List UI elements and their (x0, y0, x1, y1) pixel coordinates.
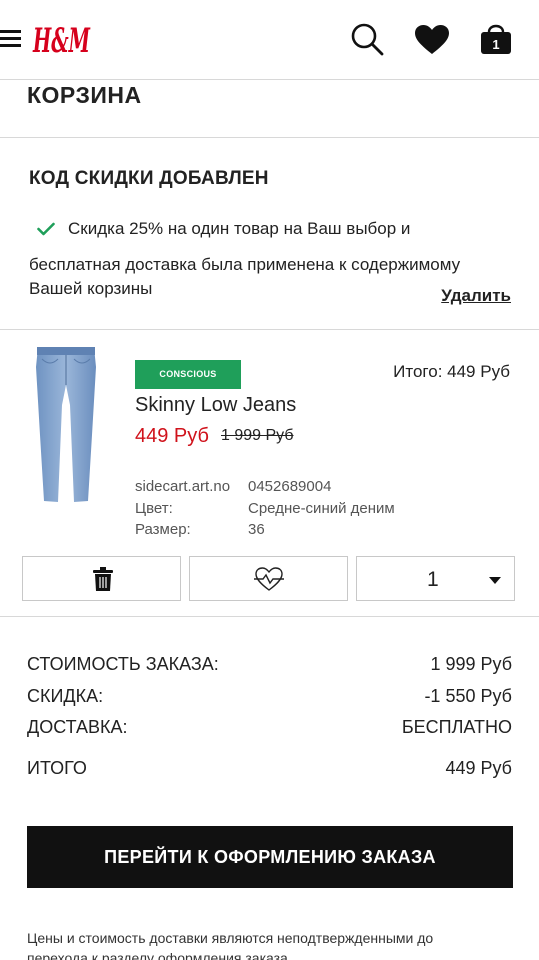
disclaimer-text: перехода к разделу оформления заказа (27, 950, 288, 960)
trash-icon (93, 567, 113, 591)
discount-text-line: бесплатная доставка была применена к сод… (29, 255, 461, 274)
article-number-value: 0452689004 (248, 478, 332, 495)
remove-discount-link[interactable]: Удалить (441, 286, 511, 306)
disclaimer-text: Цены и стоимость доставки являются непод… (27, 930, 434, 946)
order-cost-value: 1 999 Руб (430, 654, 512, 674)
discount-text-line: Вашей корзины (29, 279, 153, 298)
hm-logo[interactable]: H&M (32, 18, 92, 62)
check-icon (37, 222, 55, 236)
conscious-badge: CONSCIOUS (135, 360, 241, 389)
heart-outline-icon (254, 567, 284, 591)
shopping-bag-icon[interactable]: 1 (478, 20, 514, 56)
grand-total-value: 449 Руб (445, 758, 512, 778)
original-price: 1 999 Руб (221, 427, 294, 444)
grand-total-label: ИТОГО (27, 758, 87, 778)
order-cost-label: СТОИМОСТЬ ЗАКАЗА: (27, 654, 219, 674)
chevron-down-icon (489, 577, 501, 584)
quantity-value: 1 (427, 568, 439, 591)
size-label: Размер: (135, 521, 191, 538)
quantity-select[interactable]: 1 (356, 556, 515, 601)
product-image[interactable] (30, 345, 102, 505)
divider (0, 329, 539, 330)
move-to-favorites-button[interactable] (189, 556, 348, 601)
divider (0, 616, 539, 617)
cart-page: H&M 1 КОРЗИНА КОД СКИДКИ ДОБАВЛЕН Скидка… (0, 0, 539, 960)
delivery-value: БЕСПЛАТНО (401, 717, 512, 737)
product-name[interactable]: Skinny Low Jeans (135, 394, 296, 417)
logo-text: H&M (32, 21, 90, 61)
page-title-bar: КОРЗИНА (0, 80, 539, 138)
item-total: Итого: 449 Руб (393, 362, 510, 381)
search-icon[interactable] (350, 22, 384, 56)
discount-text-line: Скидка 25% на один товар на Ваш выбор и (68, 219, 411, 238)
heart-icon[interactable] (414, 24, 450, 56)
sale-price: 449 Руб (135, 425, 209, 447)
menu-icon[interactable] (0, 30, 21, 48)
checkout-button[interactable]: ПЕРЕЙТИ К ОФОРМЛЕНИЮ ЗАКАЗА (27, 826, 513, 888)
discount-label: СКИДКА: (27, 686, 104, 706)
page-title: КОРЗИНА (27, 82, 142, 108)
article-number-label: sidecart.art.no (135, 478, 231, 495)
top-header: H&M 1 (0, 0, 539, 80)
cart-count-badge: 1 (492, 37, 499, 52)
delivery-label: ДОСТАВКА: (27, 717, 128, 737)
color-label: Цвет: (135, 500, 173, 517)
size-value: 36 (248, 521, 265, 538)
discount-value: -1 550 Руб (424, 686, 512, 706)
color-value: Средне-синий деним (248, 500, 395, 517)
discount-heading: КОД СКИДКИ ДОБАВЛЕН (29, 168, 269, 189)
remove-item-button[interactable] (22, 556, 181, 601)
